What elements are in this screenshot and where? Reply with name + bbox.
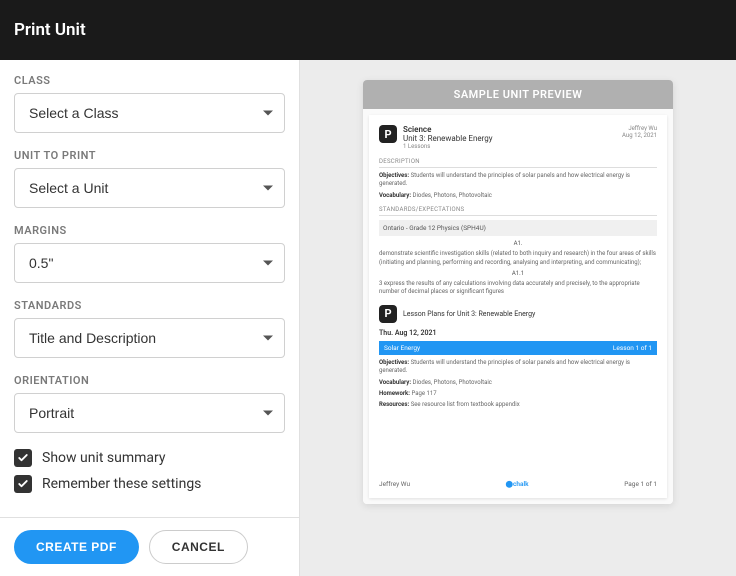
preview-card: SAMPLE UNIT PREVIEW P Science Unit 3: Re…: [363, 80, 673, 504]
logo-icon: P: [379, 125, 397, 143]
preview-lesson-name: Solar Energy: [384, 344, 420, 352]
preview-a11-text: 3 express the results of any calculation…: [379, 280, 657, 297]
logo-icon: P: [379, 305, 397, 323]
check-icon: [17, 478, 29, 490]
preview-a11-label: A1.1: [379, 270, 657, 277]
preview-resources: Resources: See resource list from textbo…: [379, 401, 657, 409]
preview-author: Jeffrey Wu: [622, 125, 657, 132]
preview-page-num: Page 1 of 1: [624, 480, 657, 488]
preview-a1-label: A1.: [379, 240, 657, 247]
preview-lesson-bar: Solar Energy Lesson 1 of 1: [379, 341, 657, 355]
preview-unit-title: Unit 3: Renewable Energy: [403, 134, 616, 143]
preview-plans-title: Lesson Plans for Unit 3: Renewable Energ…: [403, 310, 535, 318]
preview-title-block: Science Unit 3: Renewable Energy 1 Lesso…: [403, 125, 616, 150]
remember-row: Remember these settings: [14, 475, 285, 493]
class-label: CLASS: [14, 74, 285, 87]
preview-page-footer: Jeffrey Wu ⬤chalk Page 1 of 1: [379, 480, 657, 488]
preview-plans-header: P Lesson Plans for Unit 3: Renewable Ene…: [379, 305, 657, 323]
unit-select[interactable]: Select a Unit: [14, 168, 285, 208]
preview-desc-label: DESCRIPTION: [379, 158, 657, 168]
preview-page: P Science Unit 3: Renewable Energy 1 Les…: [369, 115, 667, 498]
unit-field: UNIT TO PRINT Select a Unit: [14, 149, 285, 208]
orientation-label: ORIENTATION: [14, 374, 285, 387]
preview-footer-author: Jeffrey Wu: [379, 480, 410, 488]
preview-top-row: P Science Unit 3: Renewable Energy 1 Les…: [379, 125, 657, 150]
preview-subject: Science: [403, 125, 616, 134]
preview-body: P Science Unit 3: Renewable Energy 1 Les…: [363, 109, 673, 504]
preview-vocabulary: Vocabulary: Diodes, Photons, Photovoltai…: [379, 192, 657, 200]
preview-plan-date: Thu. Aug 12, 2021: [379, 329, 657, 337]
preview-meta: Jeffrey Wu Aug 12, 2021: [622, 125, 657, 139]
show-summary-row: Show unit summary: [14, 449, 285, 467]
options-scroll[interactable]: CLASS Select a Class UNIT TO PRINT Selec…: [0, 60, 299, 517]
preview-lesson-count: 1 Lessons: [403, 143, 616, 150]
preview-header: SAMPLE UNIT PREVIEW: [363, 80, 673, 109]
margins-field: MARGINS 0.5": [14, 224, 285, 283]
cancel-button[interactable]: CANCEL: [149, 530, 248, 564]
preview-homework: Homework: Page 117: [379, 390, 657, 398]
class-field: CLASS Select a Class: [14, 74, 285, 133]
class-select[interactable]: Select a Class: [14, 93, 285, 133]
preview-date: Aug 12, 2021: [622, 132, 657, 139]
check-icon: [17, 452, 29, 464]
show-summary-checkbox[interactable]: [14, 449, 32, 467]
standards-field: STANDARDS Title and Description: [14, 299, 285, 358]
preview-course: Ontario - Grade 12 Physics (SPH4U): [379, 220, 657, 236]
margins-label: MARGINS: [14, 224, 285, 237]
preview-standards-label: STANDARDS/EXPECTATIONS: [379, 206, 657, 216]
preview-lesson-badge: Lesson 1 of 1: [613, 344, 652, 352]
show-summary-label: Show unit summary: [42, 450, 166, 466]
preview-plan-objectives: Objectives: Students will understand the…: [379, 359, 657, 376]
create-pdf-button[interactable]: CREATE PDF: [14, 530, 139, 564]
preview-objectives: Objectives: Objectives: Students will un…: [379, 172, 657, 189]
dialog-body: CLASS Select a Class UNIT TO PRINT Selec…: [0, 60, 736, 576]
unit-label: UNIT TO PRINT: [14, 149, 285, 162]
preview-plan-vocab: Vocabulary: Diodes, Photons, Photovoltai…: [379, 379, 657, 387]
dialog-footer: CREATE PDF CANCEL: [0, 517, 299, 576]
standards-label: STANDARDS: [14, 299, 285, 312]
remember-checkbox[interactable]: [14, 475, 32, 493]
preview-brand: ⬤chalk: [506, 480, 529, 488]
dialog-title: Print Unit: [14, 20, 86, 40]
orientation-field: ORIENTATION Portrait: [14, 374, 285, 433]
options-panel: CLASS Select a Class UNIT TO PRINT Selec…: [0, 60, 300, 576]
standards-select[interactable]: Title and Description: [14, 318, 285, 358]
preview-a1-text: demonstrate scientific investigation ski…: [379, 250, 657, 267]
dialog-header: Print Unit: [0, 0, 736, 60]
preview-panel: SAMPLE UNIT PREVIEW P Science Unit 3: Re…: [300, 60, 736, 576]
remember-label: Remember these settings: [42, 476, 201, 492]
margins-select[interactable]: 0.5": [14, 243, 285, 283]
orientation-select[interactable]: Portrait: [14, 393, 285, 433]
